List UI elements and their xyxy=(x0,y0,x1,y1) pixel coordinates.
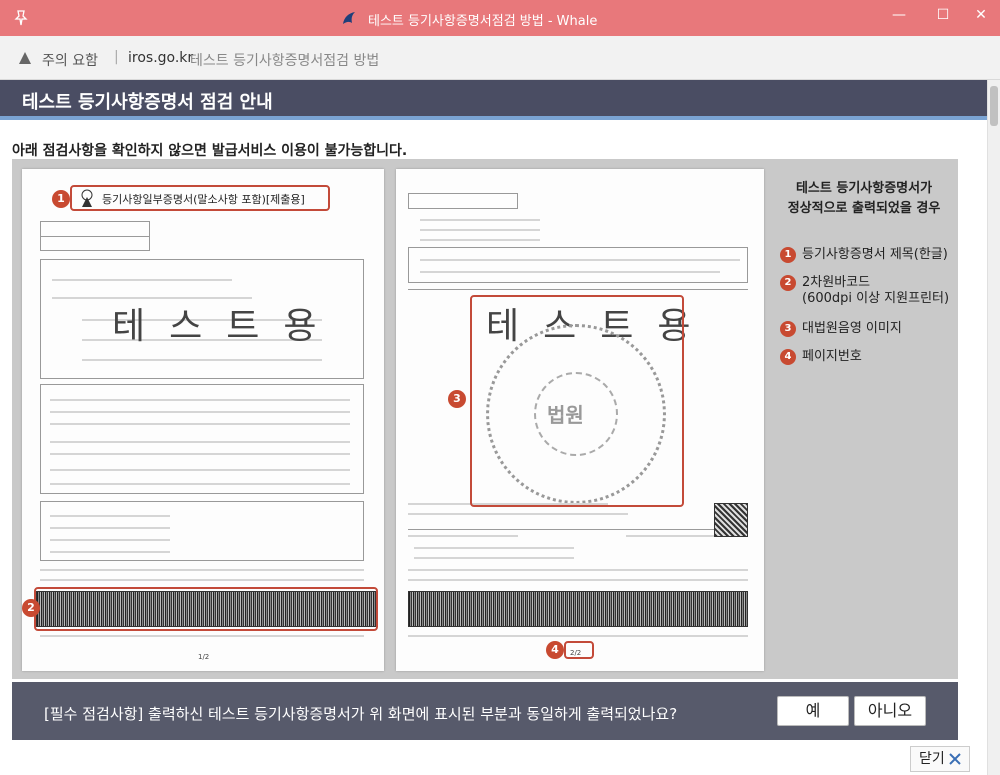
notice-text: 아래 점검사항을 확인하지 않으면 발급서비스 이용이 불가능합니다. xyxy=(12,143,408,159)
doc2-table xyxy=(408,247,748,283)
confirmation-band: [필수 점검사항] 출력하신 테스트 등기사항증명서가 위 화면에 표시된 부분… xyxy=(12,682,958,740)
marker-3: 3 xyxy=(448,390,466,408)
legend-label-2b: (600dpi 이상 지원프린터) xyxy=(802,291,950,306)
doc-line xyxy=(408,579,748,581)
doc-line xyxy=(420,219,540,221)
doc-line xyxy=(50,423,350,425)
doc-line xyxy=(52,279,232,281)
doc-line xyxy=(420,239,540,241)
doc-line xyxy=(50,441,350,443)
doc2-2d-barcode xyxy=(408,591,748,627)
doc-line xyxy=(420,229,540,231)
doc-line xyxy=(420,271,720,273)
page-header: 테스트 등기사항증명서 점검 안내 xyxy=(0,80,987,120)
window-title: 테스트 등기사항증명서점검 방법 - Whale xyxy=(368,14,598,29)
legend-badge-1: 1 xyxy=(780,246,796,263)
legend-panel: 테스트 등기사항증명서가 정상적으로 출력되었을 경우 xyxy=(774,179,954,219)
doc-line xyxy=(50,551,170,553)
address-bar[interactable]: 주의 요함 | iros.go.kr 테스트 등기사항증명서점검 방법 xyxy=(0,36,1000,80)
maximize-button[interactable]: ☐ xyxy=(932,4,954,26)
legend-item-2b: (600dpi 이상 지원프린터) xyxy=(802,287,949,306)
sample-preview-area: 등기사항일부증명서(말소사항 포함)[제출용] 테스트용 1/2 1 2 테스트… xyxy=(12,159,958,679)
legend-label-1: 등기사항증명서 제목(한글) xyxy=(802,247,948,262)
highlight-page-number xyxy=(564,641,594,659)
marker-4: 4 xyxy=(546,641,564,659)
sample-document-page-2: 테스트용 법원 2/2 3 4 xyxy=(396,169,764,671)
doc-line xyxy=(408,535,518,537)
doc-line xyxy=(408,635,748,637)
doc-line xyxy=(626,535,726,537)
highlight-seal-image xyxy=(470,295,684,507)
legend-item-4: 4 페이지번호 xyxy=(780,345,862,365)
legend-badge-2: 2 xyxy=(780,274,796,291)
window-titlebar: 테스트 등기사항증명서점검 방법 - Whale — ☐ ✕ xyxy=(0,0,1000,36)
doc1-page-number: 1/2 xyxy=(198,653,210,661)
doc-line xyxy=(414,547,574,549)
confirmation-question: [필수 점검사항] 출력하신 테스트 등기사항증명서가 위 화면에 표시된 부분… xyxy=(44,705,678,723)
marker-1: 1 xyxy=(52,190,70,208)
doc-line xyxy=(40,579,364,581)
legend-item-1: 1 등기사항증명서 제목(한글) xyxy=(780,243,948,263)
pin-icon[interactable] xyxy=(12,9,30,27)
legend-badge-3: 3 xyxy=(780,320,796,337)
legend-item-3: 3 대법원음영 이미지 xyxy=(780,317,902,337)
no-button[interactable]: 아니오 xyxy=(854,696,926,726)
close-x-icon xyxy=(949,753,961,765)
minimize-button[interactable]: — xyxy=(888,4,910,26)
whale-logo-icon xyxy=(343,12,355,24)
yes-button[interactable]: 예 xyxy=(777,696,849,726)
page-title: 테스트 등기사항증명서 점검 안내 xyxy=(22,92,273,113)
legend-badge-4: 4 xyxy=(780,348,796,365)
doc1-test-stamp: 테스트용 xyxy=(112,306,341,347)
close-dialog-button[interactable]: 닫기 xyxy=(910,746,970,772)
sample-document-page-1: 등기사항일부증명서(말소사항 포함)[제출용] 테스트용 1/2 1 2 xyxy=(22,169,384,671)
doc-line xyxy=(40,569,364,571)
scrollbar-thumb[interactable] xyxy=(990,86,998,126)
legend-heading-line1: 테스트 등기사항증명서가 xyxy=(795,181,933,196)
doc-line xyxy=(408,289,748,290)
doc-line xyxy=(50,539,170,541)
address-page-title: 테스트 등기사항증명서점검 방법 xyxy=(190,53,380,69)
legend-label-4: 페이지번호 xyxy=(802,349,862,364)
doc-line xyxy=(50,399,350,401)
doc-line xyxy=(50,483,350,485)
doc-line xyxy=(50,469,350,471)
doc-line xyxy=(40,635,364,637)
scrollbar[interactable] xyxy=(987,80,1000,775)
doc-line xyxy=(408,529,748,530)
doc-line xyxy=(420,259,740,261)
doc-line xyxy=(408,569,748,571)
highlight-doc-title xyxy=(70,185,330,211)
close-label: 닫기 xyxy=(919,751,945,767)
doc-line xyxy=(50,453,350,455)
highlight-barcode-doc1 xyxy=(34,587,378,631)
doc-line xyxy=(82,359,322,361)
security-warning[interactable]: 주의 요함 xyxy=(42,50,98,70)
doc-line xyxy=(50,411,350,413)
doc-line xyxy=(40,236,150,237)
legend-heading-line2: 정상적으로 출력되었을 경우 xyxy=(787,201,941,216)
doc-line xyxy=(414,557,574,559)
doc-line xyxy=(50,527,170,529)
close-window-button[interactable]: ✕ xyxy=(970,4,992,26)
warning-icon xyxy=(19,52,31,64)
address-domain: iros.go.kr xyxy=(128,50,194,66)
doc-line xyxy=(50,515,170,517)
doc2-header-box xyxy=(408,193,518,209)
doc2-qr-code xyxy=(714,503,748,537)
legend-label-3: 대법원음영 이미지 xyxy=(802,321,902,336)
address-separator: | xyxy=(114,49,119,65)
marker-2: 2 xyxy=(22,599,40,617)
doc-line xyxy=(408,513,628,515)
